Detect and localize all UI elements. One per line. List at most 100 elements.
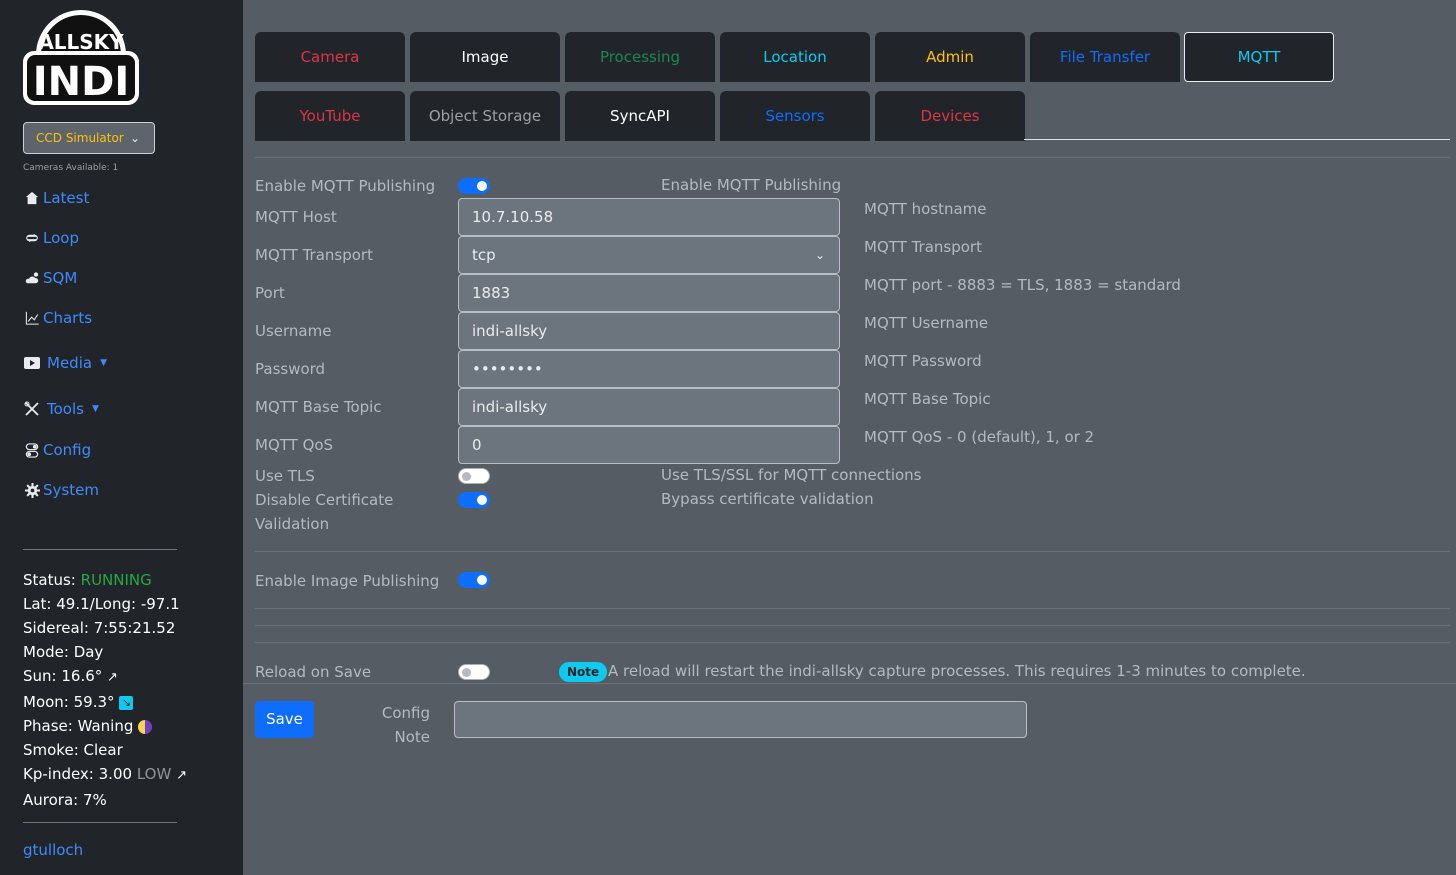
nav-tools[interactable]: Tools ▼ xyxy=(23,397,99,421)
arrow-down-right-icon: ↘ xyxy=(119,695,134,710)
enable-mqtt-label: Enable MQTT Publishing xyxy=(255,177,436,195)
status-line: Status: RUNNING xyxy=(23,571,152,589)
enable-mqtt-help: Enable MQTT Publishing xyxy=(661,176,842,194)
mqtt-transport-label: MQTT Transport xyxy=(255,246,373,264)
play-icon xyxy=(23,354,41,372)
qos-label: MQTT QoS xyxy=(255,436,334,454)
sun-line: Sun: 16.6° ↗ xyxy=(23,667,118,685)
nav-latest[interactable]: Latest xyxy=(23,186,89,210)
sidereal-line: Sidereal: 7:55:21.52 xyxy=(23,619,176,637)
mqtt-host-label: MQTT Host xyxy=(255,208,337,226)
cloud-moon-icon xyxy=(23,269,41,287)
toggles-icon xyxy=(23,441,41,459)
nav-charts[interactable]: Charts xyxy=(23,306,92,330)
allsky-indi-logo[interactable]: ALLSKY INDI xyxy=(22,5,140,107)
save-button[interactable]: Save xyxy=(255,701,314,738)
tab-image[interactable]: Image xyxy=(410,32,560,82)
port-help: MQTT port - 8883 = TLS, 1883 = standard xyxy=(864,276,1181,294)
port-input[interactable]: 1883 xyxy=(458,274,840,312)
svg-text:ALLSKY: ALLSKY xyxy=(38,30,124,54)
use-tls-help: Use TLS/SSL for MQTT connections xyxy=(661,466,922,484)
reload-label: Reload on Save xyxy=(255,663,372,681)
chart-icon xyxy=(23,309,41,327)
use-tls-toggle[interactable] xyxy=(458,468,490,484)
base-topic-label: MQTT Base Topic xyxy=(255,398,382,416)
base-topic-help: MQTT Base Topic xyxy=(864,390,991,408)
section-divider xyxy=(255,551,1450,552)
sidebar: ALLSKY INDI CCD Simulator ⌄ Cameras Avai… xyxy=(0,0,243,875)
mqtt-host-input[interactable]: 10.7.10.58 xyxy=(458,198,840,236)
tab-youtube[interactable]: YouTube xyxy=(255,91,405,141)
nav-media[interactable]: Media ▼ xyxy=(23,351,107,375)
gear-icon xyxy=(23,481,41,499)
svg-text:INDI: INDI xyxy=(33,59,129,105)
latlong-line: Lat: 49.1/Long: -97.1 xyxy=(23,595,180,613)
mode-line: Mode: Day xyxy=(23,643,104,661)
config-note-label: Config Note xyxy=(381,704,430,746)
cert-validation-help: Bypass certificate validation xyxy=(661,490,874,508)
tools-icon xyxy=(23,400,41,418)
base-topic-input[interactable]: indi-allsky xyxy=(458,388,840,426)
enable-mqtt-toggle[interactable] xyxy=(458,178,490,194)
section-divider xyxy=(255,157,1450,158)
nav-system[interactable]: System xyxy=(23,478,99,502)
aurora-line: Aurora: 7% xyxy=(23,791,107,809)
tab-camera[interactable]: Camera xyxy=(255,32,405,82)
tab-file-transfer[interactable]: File Transfer xyxy=(1030,32,1180,82)
user-link[interactable]: gtulloch xyxy=(23,841,83,859)
section-divider xyxy=(255,608,1450,609)
house-icon xyxy=(23,189,41,207)
sidebar-divider xyxy=(23,549,177,550)
caret-down-icon: ▼ xyxy=(100,358,107,368)
tab-location[interactable]: Location xyxy=(720,32,870,82)
mqtt-transport-help: MQTT Transport xyxy=(864,238,982,256)
arrow-up-right-icon: ↗ xyxy=(107,670,118,685)
tab-processing[interactable]: Processing xyxy=(565,32,715,82)
cert-validation-label: Disable Certificate Validation xyxy=(255,491,394,533)
mqtt-transport-select[interactable]: tcp ⌄ xyxy=(458,236,840,274)
cameras-available: Cameras Available: 1 xyxy=(23,163,119,173)
config-note-input[interactable] xyxy=(454,701,1027,738)
phase-line: Phase: Waning xyxy=(23,714,187,738)
note-badge: Note xyxy=(559,662,608,682)
nav-config[interactable]: Config xyxy=(23,438,91,462)
port-label: Port xyxy=(255,284,285,302)
password-input[interactable]: •••••••• xyxy=(458,350,840,388)
password-label: Password xyxy=(255,360,326,378)
tab-mqtt[interactable]: MQTT xyxy=(1184,32,1334,82)
qos-input[interactable]: 0 xyxy=(458,426,840,464)
mqtt-host-help: MQTT hostname xyxy=(864,200,987,218)
status-panel: Status: RUNNING Lat: 49.1/Long: -97.1 Si… xyxy=(23,568,187,812)
image-publishing-toggle[interactable] xyxy=(458,572,490,588)
chevron-down-icon: ⌄ xyxy=(814,248,825,262)
mqtt-transport-value: tcp xyxy=(472,246,496,264)
moon-line: Moon: 59.3° ↘ xyxy=(23,690,187,714)
camera-select[interactable]: CCD Simulator ⌄ xyxy=(23,122,155,154)
camera-select-value: CCD Simulator xyxy=(36,131,124,145)
tab-syncapi[interactable]: SyncAPI xyxy=(565,91,715,141)
loop-icon xyxy=(23,229,41,247)
arrow-up-right-icon: ↗ xyxy=(176,768,187,783)
section-divider xyxy=(255,625,1450,626)
tab-object-storage[interactable]: Object Storage xyxy=(410,91,560,141)
username-help: MQTT Username xyxy=(864,314,989,332)
nav-loop[interactable]: Loop xyxy=(23,226,79,250)
image-publishing-label: Enable Image Publishing xyxy=(255,572,440,590)
moon-phase-icon xyxy=(138,719,153,734)
section-divider xyxy=(243,683,1456,684)
use-tls-label: Use TLS xyxy=(255,467,315,485)
caret-down-icon: ▼ xyxy=(91,404,99,414)
section-divider xyxy=(255,642,1450,643)
nav-sqm[interactable]: SQM xyxy=(23,266,77,290)
tab-sensors[interactable]: Sensors xyxy=(720,91,870,141)
reload-toggle[interactable] xyxy=(458,664,490,680)
tab-devices[interactable]: Devices xyxy=(875,91,1025,141)
username-input[interactable]: indi-allsky xyxy=(458,312,840,350)
kp-line: Kp-index: 3.00 LOW ↗ xyxy=(23,765,187,783)
cert-validation-toggle[interactable] xyxy=(458,492,490,508)
qos-help: MQTT QoS - 0 (default), 1, or 2 xyxy=(864,428,1095,446)
password-help: MQTT Password xyxy=(864,352,982,370)
smoke-line: Smoke: Clear xyxy=(23,741,123,759)
reload-note: A reload will restart the indi-allsky ca… xyxy=(608,662,1306,680)
tab-admin[interactable]: Admin xyxy=(875,32,1025,82)
